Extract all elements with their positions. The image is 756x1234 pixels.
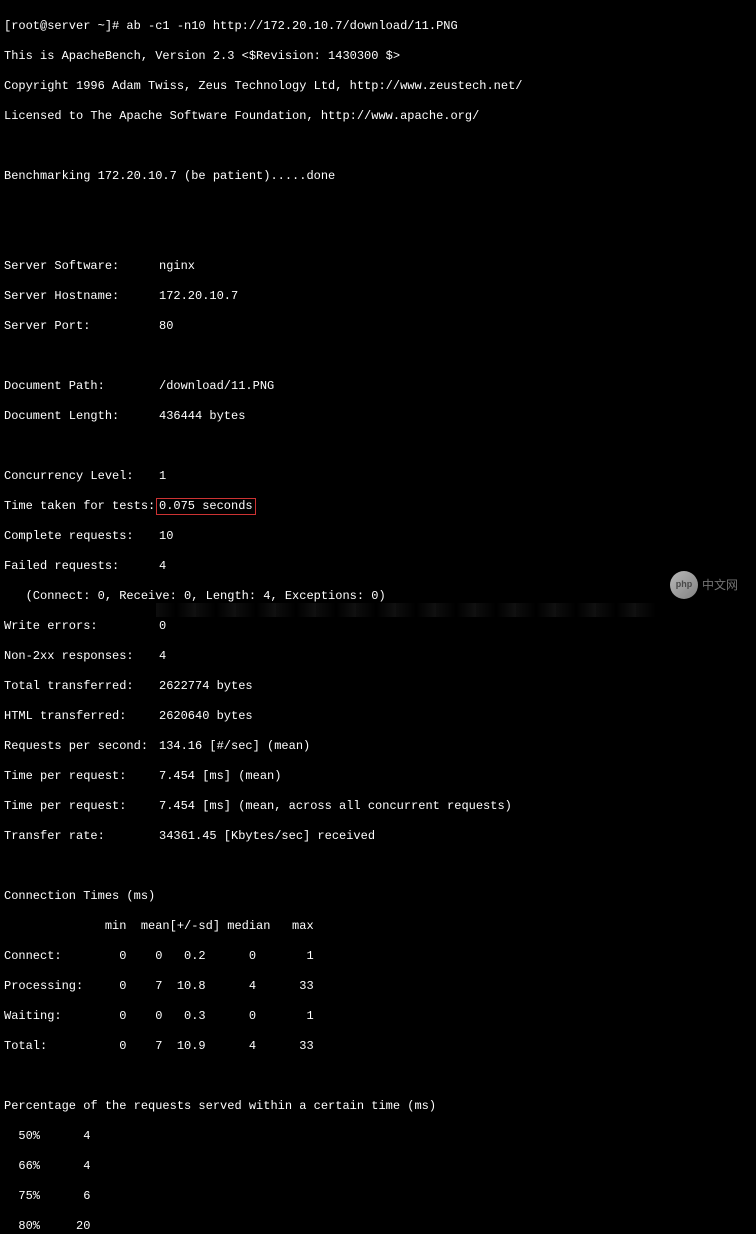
shell-prompt: [root@server ~]# bbox=[4, 19, 126, 33]
apache-bench-version: This is ApacheBench, Version 2.3 <$Revis… bbox=[4, 49, 752, 64]
time-taken-label: Time taken for tests: bbox=[4, 499, 159, 514]
document-path-value: /download/11.PNG bbox=[159, 379, 274, 393]
html-transferred-label: HTML transferred: bbox=[4, 709, 159, 724]
html-transferred-value: 2620640 bytes bbox=[159, 709, 253, 723]
connection-connect: Connect: 0 0 0.2 0 1 bbox=[4, 949, 752, 964]
failed-requests-value: 4 bbox=[159, 559, 166, 573]
benchmarking-status: Benchmarking 172.20.10.7 (be patient)...… bbox=[4, 169, 752, 184]
transfer-rate-value: 34361.45 [Kbytes/sec] received bbox=[159, 829, 375, 843]
concurrency-label: Concurrency Level: bbox=[4, 469, 159, 484]
non2xx-label: Non-2xx responses: bbox=[4, 649, 159, 664]
failed-requests-label: Failed requests: bbox=[4, 559, 159, 574]
concurrency-value: 1 bbox=[159, 469, 166, 483]
time-taken-value: 0.075 seconds bbox=[159, 499, 253, 513]
server-port-value: 80 bbox=[159, 319, 173, 333]
document-length-value: 436444 bytes bbox=[159, 409, 245, 423]
terminal-output: [root@server ~]# ab -c1 -n10 http://172.… bbox=[4, 4, 752, 1234]
document-path-label: Document Path: bbox=[4, 379, 159, 394]
failed-detail: (Connect: 0, Receive: 0, Length: 4, Exce… bbox=[4, 589, 752, 604]
tpr2-value: 7.454 [ms] (mean, across all concurrent … bbox=[159, 799, 512, 813]
rps-label: Requests per second: bbox=[4, 739, 159, 754]
rps-value: 134.16 [#/sec] (mean) bbox=[159, 739, 310, 753]
server-hostname-label: Server Hostname: bbox=[4, 289, 159, 304]
transfer-rate-label: Transfer rate: bbox=[4, 829, 159, 844]
connection-processing: Processing: 0 7 10.8 4 33 bbox=[4, 979, 752, 994]
percentile-80: 80% 20 bbox=[4, 1219, 752, 1234]
license-line: Licensed to The Apache Software Foundati… bbox=[4, 109, 752, 124]
connection-times-title: Connection Times (ms) bbox=[4, 889, 752, 904]
connection-total: Total: 0 7 10.9 4 33 bbox=[4, 1039, 752, 1054]
watermark: php 中文网 bbox=[670, 571, 738, 599]
total-transferred-label: Total transferred: bbox=[4, 679, 159, 694]
server-port-label: Server Port: bbox=[4, 319, 159, 334]
percentile-66: 66% 4 bbox=[4, 1159, 752, 1174]
server-software-value: nginx bbox=[159, 259, 195, 273]
write-errors-value: 0 bbox=[159, 619, 166, 633]
time-taken-highlight: 0.075 seconds bbox=[156, 498, 256, 515]
tpr1-value: 7.454 [ms] (mean) bbox=[159, 769, 281, 783]
complete-requests-value: 10 bbox=[159, 529, 173, 543]
command-text: ab -c1 -n10 http://172.20.10.7/download/… bbox=[126, 19, 457, 33]
watermark-badge-icon: php bbox=[670, 571, 698, 599]
document-length-label: Document Length: bbox=[4, 409, 159, 424]
connection-waiting: Waiting: 0 0 0.3 0 1 bbox=[4, 1009, 752, 1024]
tpr2-label: Time per request: bbox=[4, 799, 159, 814]
server-software-label: Server Software: bbox=[4, 259, 159, 274]
censored-region bbox=[156, 603, 656, 617]
copyright-line: Copyright 1996 Adam Twiss, Zeus Technolo… bbox=[4, 79, 752, 94]
connection-times-header: min mean[+/-sd] median max bbox=[4, 919, 752, 934]
total-transferred-value: 2622774 bytes bbox=[159, 679, 253, 693]
write-errors-label: Write errors: bbox=[4, 619, 159, 634]
percentiles-title: Percentage of the requests served within… bbox=[4, 1099, 752, 1114]
percentile-75: 75% 6 bbox=[4, 1189, 752, 1204]
watermark-text: 中文网 bbox=[702, 578, 738, 593]
percentile-50: 50% 4 bbox=[4, 1129, 752, 1144]
server-hostname-value: 172.20.10.7 bbox=[159, 289, 238, 303]
complete-requests-label: Complete requests: bbox=[4, 529, 159, 544]
tpr1-label: Time per request: bbox=[4, 769, 159, 784]
non2xx-value: 4 bbox=[159, 649, 166, 663]
